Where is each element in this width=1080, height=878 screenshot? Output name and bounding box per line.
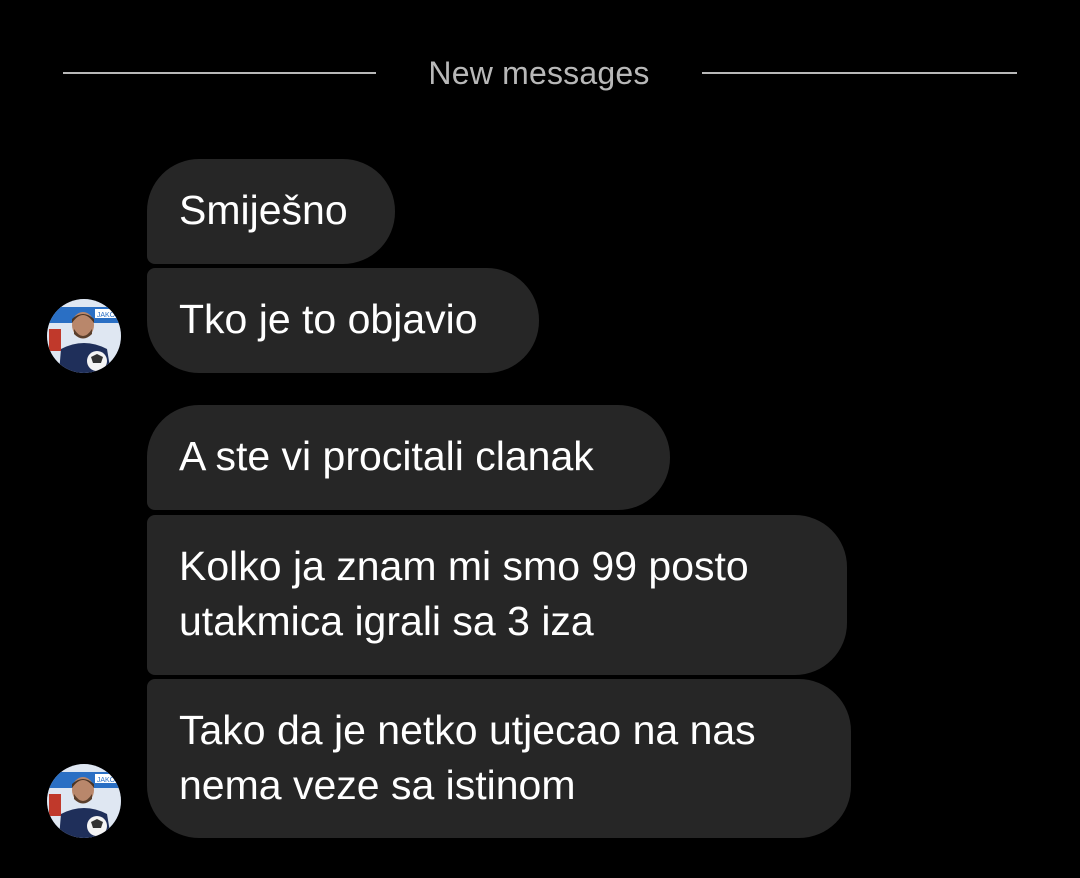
message-text-line: utakmica igrali sa 3 iza	[179, 598, 594, 644]
message-text: Tko je to objavio	[179, 296, 478, 342]
message-bubble[interactable]: Smiješno	[147, 159, 395, 264]
message-bubble[interactable]: Tko je to objavio	[147, 268, 539, 373]
message-text: Smiješno	[179, 187, 348, 233]
message-text-line: Tako da je netko utjecao na nas	[179, 707, 756, 753]
message-text: A ste vi procitali clanak	[179, 433, 594, 479]
message-bubble[interactable]: A ste vi procitali clanak	[147, 405, 670, 510]
divider-line-left	[63, 72, 376, 74]
avatar-badge-text: JAKO	[97, 777, 116, 784]
message-text-line: Kolko ja znam mi smo 99 posto	[179, 543, 749, 589]
avatar-badge-text: JAKO	[97, 312, 116, 319]
contact-avatar-photo-icon: JAKO	[47, 764, 121, 838]
contact-avatar-photo-icon: JAKO	[47, 299, 121, 373]
divider-line-right	[702, 72, 1017, 74]
message-bubble[interactable]: Tako da je netko utjecao na nas nema vez…	[147, 679, 851, 838]
new-messages-label: New messages	[428, 55, 650, 91]
message-text-line: nema veze sa istinom	[179, 762, 576, 808]
message-bubble[interactable]: Kolko ja znam mi smo 99 posto utakmica i…	[147, 515, 847, 675]
contact-avatar[interactable]: JAKO	[47, 299, 121, 373]
new-messages-divider: New messages	[0, 50, 1080, 96]
contact-avatar[interactable]: JAKO	[47, 764, 121, 838]
